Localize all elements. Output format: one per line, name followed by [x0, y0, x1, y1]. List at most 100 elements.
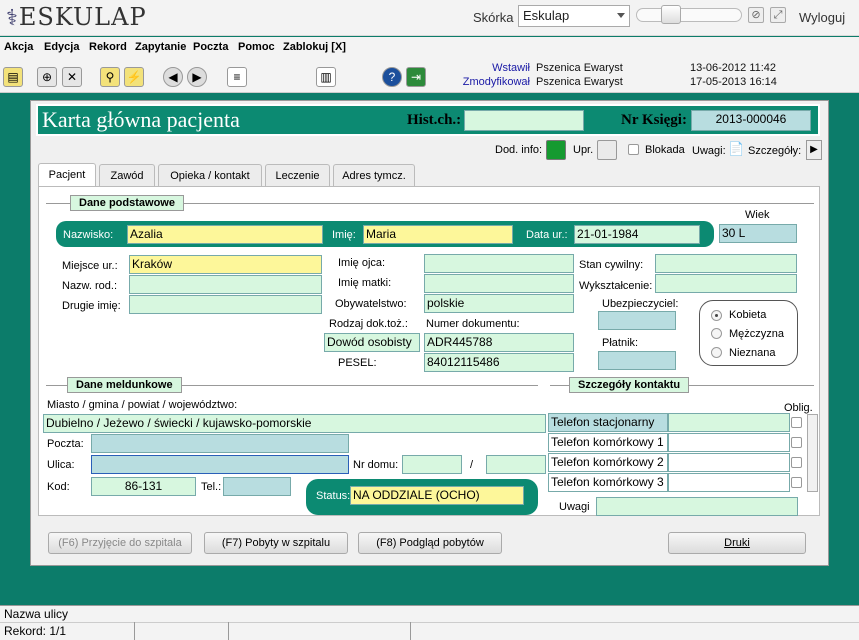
tel-field[interactable] [223, 477, 291, 496]
imie-label: Imię: [332, 229, 356, 241]
nazw-rod-field[interactable] [129, 275, 322, 294]
help-icon[interactable]: ? [382, 67, 402, 87]
notes-icon[interactable]: 📄 [728, 141, 744, 160]
contact-value-3[interactable] [668, 473, 790, 492]
imie-matki-field[interactable] [424, 274, 574, 293]
kod-field[interactable]: 86-131 [91, 477, 196, 496]
tab-adres-tymcz[interactable]: Adres tymcz. [333, 164, 415, 187]
fullscreen-icon[interactable]: ⤢ [770, 7, 786, 23]
stan-cywilny-field[interactable] [655, 254, 797, 273]
save-icon[interactable]: ▤ [3, 67, 23, 87]
status-hint: Nazwa ulicy [4, 607, 69, 621]
poczta-field[interactable] [91, 434, 349, 453]
previous-icon[interactable]: ◀ [163, 67, 183, 87]
ulica-field[interactable] [91, 455, 349, 474]
print-button[interactable]: Druki [668, 532, 806, 554]
expand-arrow-icon[interactable]: ▶ [806, 140, 822, 160]
divider [410, 622, 411, 640]
sex-radio-kobieta[interactable] [711, 310, 722, 321]
miejsce-ur-field[interactable]: Kraków [129, 255, 322, 274]
rodzaj-dok-label: Rodzaj dok.toż.: [329, 318, 408, 330]
search-icon[interactable]: ⚲ [100, 67, 120, 87]
oblig-checkbox-1[interactable] [791, 437, 802, 448]
upr-indicator[interactable] [597, 140, 617, 160]
tab-zawod[interactable]: Zawód [99, 164, 155, 187]
tel-label: Tel.: [201, 481, 222, 493]
oblig-checkbox-0[interactable] [791, 417, 802, 428]
sex-radio-mezczyzna[interactable] [711, 328, 722, 339]
wyksztalcenie-label: Wykształcenie: [579, 280, 653, 292]
imie-ojca-field[interactable] [424, 254, 574, 273]
zoom-slider-handle[interactable] [661, 5, 681, 24]
barcode-icon[interactable]: ▥ [316, 67, 336, 87]
hist-field[interactable] [464, 110, 584, 131]
logout-link[interactable]: Wyloguj [799, 10, 845, 25]
imie-field[interactable]: Maria [363, 225, 513, 244]
app-logo: ⚕ESKULAP [6, 3, 147, 31]
status-bar [0, 605, 859, 622]
exit-icon[interactable]: ⇥ [406, 67, 426, 87]
wiek-label: Wiek [745, 209, 770, 221]
drugie-imie-field[interactable] [129, 295, 322, 314]
blokada-checkbox[interactable] [628, 144, 639, 155]
reset-icon[interactable]: ⊘ [748, 7, 764, 23]
tab-leczenie[interactable]: Leczenie [265, 164, 330, 187]
miasto-label: Miasto / gmina / powiat / województwo: [47, 399, 238, 411]
upr-label: Upr. [573, 144, 594, 156]
sex-radio-nieznana[interactable] [711, 347, 722, 358]
menu-edycja[interactable]: Edycja [44, 41, 79, 53]
imie-ojca-label: Imię ojca: [338, 257, 386, 269]
nr-domu-field[interactable] [402, 455, 462, 474]
admit-button[interactable]: (F6) Przyjęcie do szpitala [48, 532, 192, 554]
sex-label-kobieta: Kobieta [729, 309, 767, 321]
section-dane-meldunkowe: Dane meldunkowe [67, 377, 182, 393]
ubezpieczyciel-field[interactable] [598, 311, 676, 330]
data-ur-label: Data ur.: [526, 229, 568, 241]
menu-bar [0, 37, 859, 59]
oblig-checkbox-3[interactable] [791, 477, 802, 488]
tab-opieka-kontakt[interactable]: Opieka / kontakt [158, 164, 262, 187]
menu-zapytanie[interactable]: Zapytanie [135, 41, 186, 53]
rodzaj-dok-field[interactable]: Dowód osobisty [324, 333, 420, 352]
obywatelstwo-field[interactable]: polskie [424, 294, 574, 313]
document-icon[interactable]: ≡ [227, 67, 247, 87]
contact-value-2[interactable] [668, 453, 790, 472]
nr-ksiegi-label: Nr Księgi: [621, 112, 687, 128]
menu-rekord[interactable]: Rekord [89, 41, 127, 53]
nr-lokalu-field[interactable] [486, 455, 546, 474]
contact-scrollbar[interactable] [807, 414, 818, 492]
pesel-field[interactable]: 84012115486 [424, 353, 574, 372]
modified-by: Pszenica Ewaryst [536, 76, 623, 88]
data-ur-field[interactable]: 21-01-1984 [574, 225, 700, 244]
execute-search-icon[interactable]: ⚡ [124, 67, 144, 87]
stan-cywilny-label: Stan cywilny: [579, 259, 644, 271]
tab-pacjent[interactable]: Pacjent [38, 163, 96, 187]
miejsce-ur-label: Miejsce ur.: [62, 260, 118, 272]
contact-value-1[interactable] [668, 433, 790, 452]
menu-zablokuj[interactable]: Zablokuj [X] [283, 41, 346, 53]
next-icon[interactable]: ▶ [187, 67, 207, 87]
menu-pomoc[interactable]: Pomoc [238, 41, 275, 53]
zoom-slider[interactable] [636, 8, 742, 22]
menu-poczta[interactable]: Poczta [193, 41, 228, 53]
miasto-field[interactable]: Dubielno / Jeżewo / świecki / kujawsko-p… [43, 414, 546, 433]
contact-type-0: Telefon stacjonarny [548, 413, 668, 432]
nazwisko-field[interactable]: Azalia [127, 225, 323, 244]
add-record-icon[interactable]: ⊕ [37, 67, 57, 87]
menu-akcja[interactable]: Akcja [4, 41, 33, 53]
nr-ksiegi-field[interactable]: 2013-000046 [691, 110, 811, 131]
szczegoly-label: Szczegóły: [748, 145, 802, 157]
skin-select[interactable]: Eskulap [518, 5, 630, 27]
dod-info-indicator[interactable] [546, 140, 566, 160]
oblig-checkbox-2[interactable] [791, 457, 802, 468]
platnik-field[interactable] [598, 351, 676, 370]
record-bar [0, 622, 859, 640]
uwagi-field[interactable] [596, 497, 798, 516]
contact-value-0[interactable] [668, 413, 790, 432]
stays-button[interactable]: (F7) Pobyty w szpitalu [204, 532, 348, 554]
delete-record-icon[interactable]: ✕ [62, 67, 82, 87]
stays-preview-button[interactable]: (F8) Podgląd pobytów [358, 532, 502, 554]
numer-dok-field[interactable]: ADR445788 [424, 333, 574, 352]
skin-label: Skórka [473, 10, 514, 25]
wyksztalcenie-field[interactable] [655, 274, 797, 293]
